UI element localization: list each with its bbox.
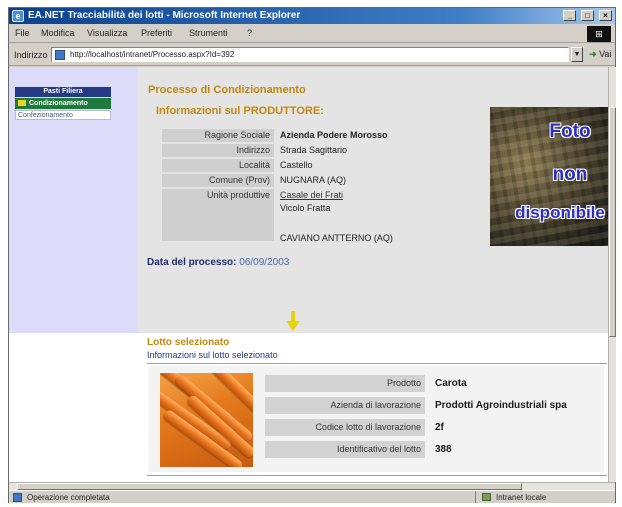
intranet-zone-icon <box>482 493 491 501</box>
field-value: Azienda Podere Morosso <box>280 130 388 140</box>
active-flag-icon <box>18 100 26 107</box>
lot-field-value: Prodotti Agroindustriali spa <box>435 400 567 411</box>
process-date: Data del processo: 06/09/2003 <box>147 257 289 268</box>
field-label: Località <box>162 159 274 172</box>
menu-preferiti[interactable]: Preferiti <box>141 28 172 38</box>
close-button[interactable]: × <box>599 10 612 21</box>
ie-icon: e <box>12 10 24 22</box>
address-bar: Indirizzo http://localhost/intranet/Proc… <box>9 44 615 66</box>
producer-section-title: Informazioni sul PRODUTTORE: <box>156 105 324 117</box>
menu-visualizza[interactable]: Visualizza <box>87 28 127 38</box>
unit-link[interactable]: Casale dei Frati <box>280 189 343 202</box>
field-label: Comune (Prov) <box>162 174 274 187</box>
zone-text: Intranet locale <box>496 493 547 502</box>
address-url: http://localhost/intranet/Processo.aspx?… <box>70 50 235 59</box>
menu-strumenti[interactable]: Strumenti <box>189 28 228 38</box>
unit-city: CAVIANO ANTTERNO (AQ) <box>280 233 393 243</box>
go-label: Vai <box>599 49 612 59</box>
status-bar: Operazione completata Intranet locale <box>9 490 615 503</box>
windows-logo-icon: ⊞ <box>587 26 611 42</box>
producer-photo-placeholder: Foto non disponibile <box>490 107 608 246</box>
photo-placeholder-text: Foto <box>549 121 591 142</box>
lot-field-value: 388 <box>435 444 452 455</box>
page-icon <box>55 50 65 60</box>
window-controls: _ □ × <box>561 10 612 22</box>
lot-section-title: Lotto selezionato <box>147 337 230 348</box>
go-button[interactable]: ➜ Vai <box>589 49 611 60</box>
browser-window: e EA.NET Tracciabilità dei lotti - Micro… <box>8 7 616 503</box>
field-label: Unità produttive <box>162 189 274 241</box>
nav-item-confezionamento[interactable]: Confezionamento <box>15 110 111 120</box>
date-value: 06/09/2003 <box>239 257 290 268</box>
menu-file[interactable]: File <box>15 28 30 38</box>
lot-field-value: Carota <box>435 378 467 389</box>
photo-placeholder-text: disponibile <box>515 203 605 222</box>
vertical-scroll-thumb[interactable] <box>609 107 616 337</box>
address-label: Indirizzo <box>14 50 48 60</box>
address-dropdown-icon[interactable]: ▼ <box>571 47 583 62</box>
maximize-button[interactable]: □ <box>581 10 595 21</box>
page-done-icon <box>13 493 22 502</box>
lot-field-label: Identificativo del lotto <box>265 441 425 458</box>
horizontal-scrollbar[interactable] <box>9 482 615 490</box>
field-value: Castello <box>280 160 313 170</box>
window-title: EA.NET Tracciabilità dei lotti - Microso… <box>28 10 301 21</box>
divider <box>147 475 607 476</box>
down-arrow-icon <box>286 311 300 331</box>
nav-item-pasti-filiera[interactable]: Pasti Filiera <box>15 87 111 97</box>
photo-placeholder-text: non <box>552 164 588 185</box>
menu-modifica[interactable]: Modifica <box>41 28 75 38</box>
lot-field-label: Azienda di lavorazione <box>265 397 425 414</box>
carrot-photo <box>160 373 253 467</box>
nav-item-condizionamento[interactable]: Condizionamento <box>15 98 111 109</box>
page-title: Processo di Condizionamento <box>148 84 306 96</box>
title-bar: e EA.NET Tracciabilità dei lotti - Micro… <box>9 8 615 24</box>
divider <box>147 363 607 364</box>
status-text: Operazione completata <box>27 493 110 502</box>
date-label: Data del processo: <box>147 257 237 268</box>
page-viewport: Pasti Filiera Condizionamento Confeziona… <box>9 67 608 482</box>
vertical-scrollbar[interactable] <box>608 67 616 482</box>
menu-bar: File Modifica Visualizza Preferiti Strum… <box>9 25 615 43</box>
left-panel: Pasti Filiera Condizionamento Confeziona… <box>9 67 138 333</box>
minimize-button[interactable]: _ <box>563 10 577 21</box>
field-label: Ragione Sociale <box>162 129 274 142</box>
address-field[interactable]: http://localhost/intranet/Processo.aspx?… <box>51 47 569 62</box>
field-label: Indirizzo <box>162 144 274 157</box>
menu-help[interactable]: ? <box>247 28 252 38</box>
go-arrow-icon: ➜ <box>589 49 597 59</box>
field-value: NUGNARA (AQ) <box>280 175 347 185</box>
lot-section-subtitle: Informazioni sul lotto selezionato <box>147 350 278 360</box>
unit-address: Vicolo Fratta <box>280 203 331 213</box>
lot-field-label: Codice lotto di lavorazione <box>265 419 425 436</box>
horizontal-scroll-thumb[interactable] <box>17 483 522 490</box>
lot-field-value: 2f <box>435 422 444 433</box>
lot-field-label: Prodotto <box>265 375 425 392</box>
nav-item-label: Condizionamento <box>29 100 88 107</box>
security-zone: Intranet locale <box>475 491 613 503</box>
field-value: Strada Sagittario <box>280 145 348 155</box>
